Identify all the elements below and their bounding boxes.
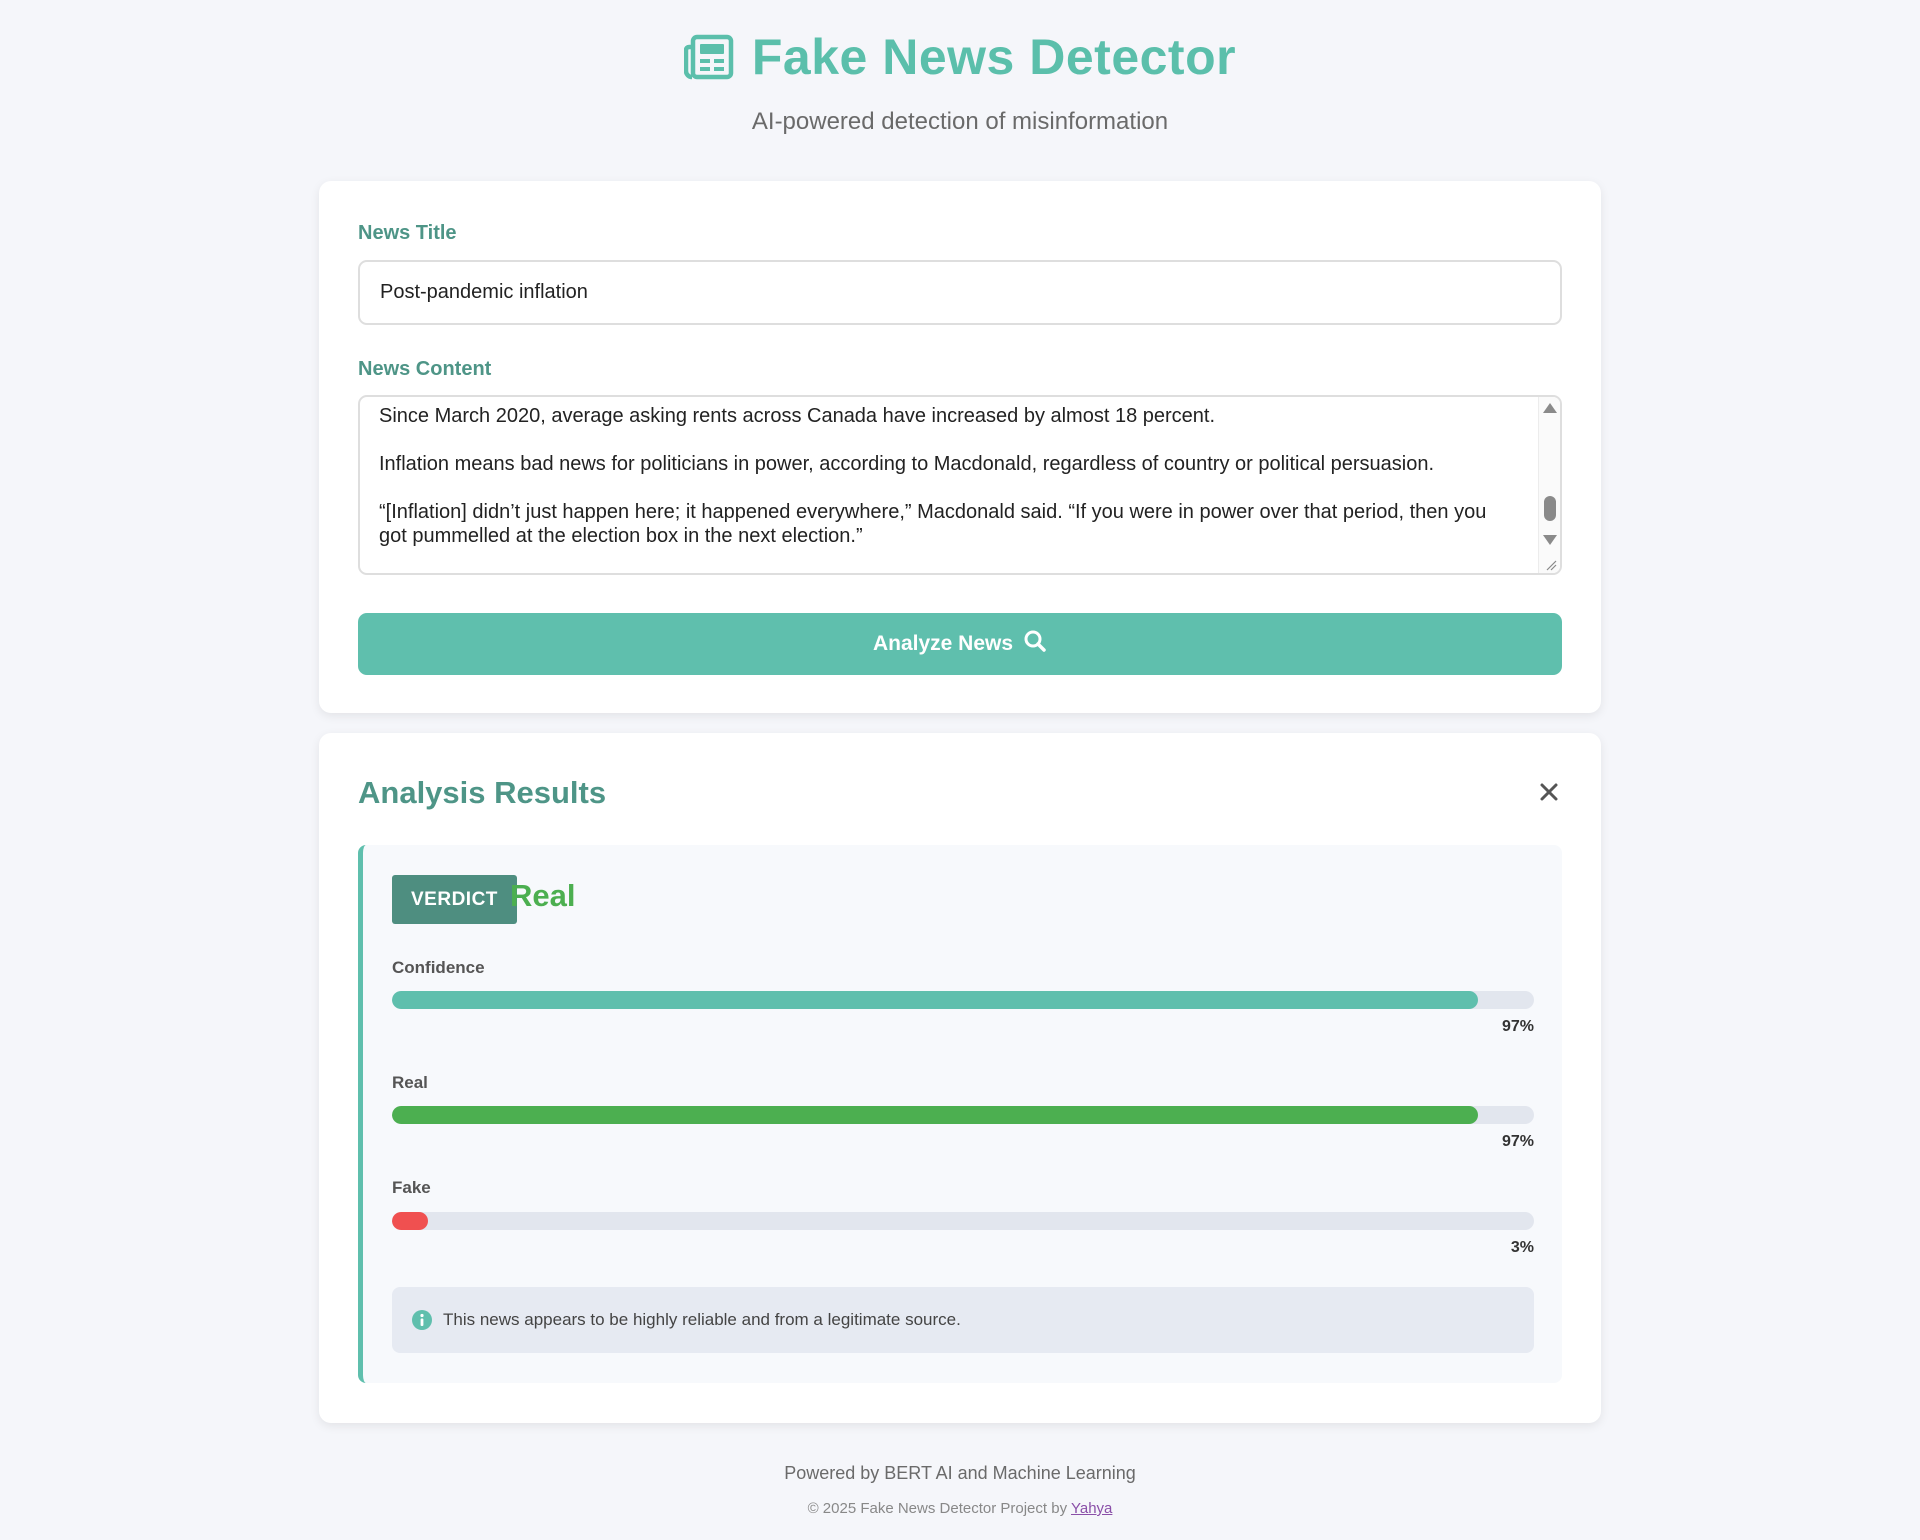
news-title-label: News Title	[358, 222, 457, 244]
verdict-value: Real	[510, 878, 576, 913]
news-title-value: Post-pandemic inflation	[380, 281, 588, 303]
page-title: Fake News Detector	[751, 29, 1237, 85]
title-row: Fake News Detector	[0, 28, 1920, 86]
confidence-label: Confidence	[392, 958, 485, 977]
results-title: Analysis Results	[358, 775, 607, 810]
page-header: Fake News Detector AI-powered detection …	[0, 0, 1920, 170]
analyze-news-button[interactable]: Analyze News	[358, 613, 1562, 675]
newspaper-icon	[683, 33, 734, 81]
close-icon[interactable]	[1537, 780, 1561, 804]
scroll-down-arrow-icon[interactable]	[1543, 535, 1557, 545]
search-icon	[1023, 629, 1047, 659]
result-panel: VERDICT Real Confidence 97% Real 97% Fak…	[358, 845, 1562, 1383]
news-title-input[interactable]: Post-pandemic inflation	[358, 260, 1562, 325]
fake-bar-fill	[392, 1212, 428, 1230]
news-input-card: News Title Post-pandemic inflation News …	[319, 181, 1601, 713]
news-content-label: News Content	[358, 358, 492, 380]
info-icon	[411, 1309, 433, 1331]
fake-bar	[392, 1212, 1534, 1230]
analyze-news-label: Analyze News	[872, 632, 1014, 655]
news-content-textarea[interactable]: Since March 2020, average asking rents a…	[358, 395, 1562, 575]
fake-percent: 3%	[1510, 1239, 1534, 1256]
fake-label: Fake	[392, 1178, 431, 1197]
scrollbar-thumb[interactable]	[1544, 496, 1556, 521]
info-message-box: This news appears to be highly reliable …	[392, 1287, 1534, 1353]
footer-powered-by: Powered by BERT AI and Machine Learning	[784, 1463, 1136, 1483]
confidence-percent: 97%	[1501, 1018, 1534, 1035]
info-message: This news appears to be highly reliable …	[443, 1310, 961, 1329]
footer-copyright: © 2025 Fake News Detector Project by Yah…	[0, 1500, 1920, 1517]
footer-copyright-text: © 2025 Fake News Detector Project by	[807, 1500, 1071, 1517]
verdict-badge: VERDICT	[392, 875, 517, 924]
real-label: Real	[392, 1073, 428, 1092]
resize-handle-icon[interactable]	[1545, 558, 1557, 571]
real-bar	[392, 1106, 1534, 1124]
content-scrollbar[interactable]	[1538, 397, 1560, 573]
confidence-bar-fill	[392, 991, 1478, 1009]
page-subtitle: AI-powered detection of misinformation	[751, 108, 1169, 135]
scroll-up-arrow-icon[interactable]	[1543, 403, 1557, 413]
real-bar-fill	[392, 1106, 1478, 1124]
confidence-bar	[392, 991, 1534, 1009]
author-link[interactable]: Yahya	[1071, 1500, 1112, 1517]
real-percent: 97%	[1501, 1133, 1534, 1150]
analysis-results-card: Analysis Results VERDICT Real Confidence…	[319, 733, 1601, 1423]
news-content-value: Since March 2020, average asking rents a…	[379, 405, 1487, 547]
